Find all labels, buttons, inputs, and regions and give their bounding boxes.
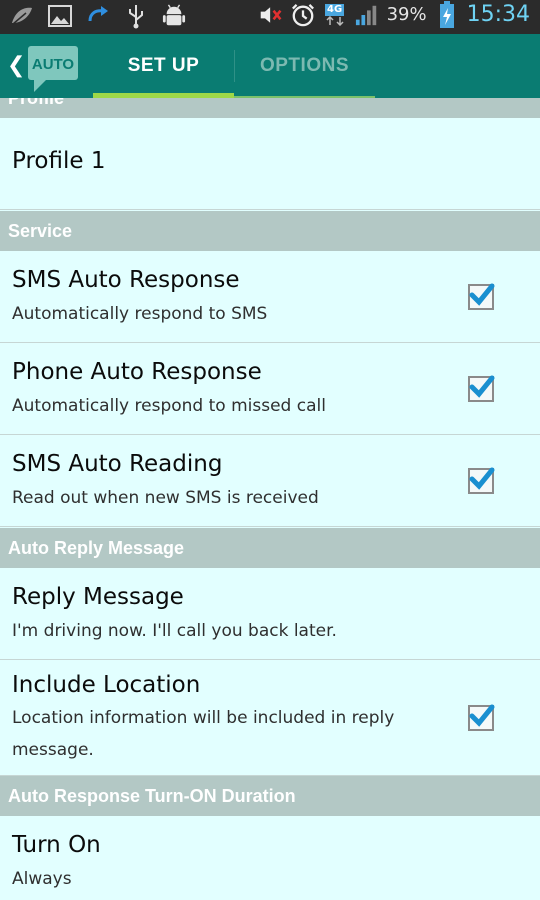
leaf-icon — [10, 4, 34, 28]
battery-percent: 39% — [386, 4, 427, 25]
tab-set-up[interactable]: SET UP — [93, 34, 234, 98]
pref-title: Turn On — [12, 832, 101, 858]
section-header-turn-on-duration: Auto Response Turn-ON Duration — [0, 776, 540, 816]
action-bar: ❮ AUTO SET UP OPTIONS — [0, 34, 540, 98]
section-header-service: Service — [0, 211, 540, 251]
checkmark-icon — [469, 375, 495, 398]
settings-list[interactable]: Profile Profile 1 Service SMS Auto Respo… — [0, 98, 540, 900]
section-header-profile: Profile — [0, 98, 540, 118]
status-bar: 4G 39% 15:34 — [0, 0, 540, 34]
pref-summary: Automatically respond to missed call — [12, 396, 326, 416]
app-logo[interactable]: AUTO — [28, 46, 78, 96]
checkmark-icon — [469, 704, 495, 727]
alarm-icon — [291, 3, 315, 27]
profile-title: Profile 1 — [12, 148, 106, 174]
sync-icon — [86, 4, 110, 28]
checkbox-phone-auto-response[interactable] — [468, 375, 495, 402]
clock: 15:34 — [466, 2, 530, 27]
pref-title: Phone Auto Response — [12, 359, 262, 385]
checkbox-sms-auto-response[interactable] — [468, 283, 495, 310]
profile-row[interactable]: Profile 1 — [0, 118, 540, 210]
section-header-auto-reply: Auto Reply Message — [0, 528, 540, 568]
pref-summary: Read out when new SMS is received — [12, 488, 319, 508]
pref-summary: I'm driving now. I'll call you back late… — [12, 621, 337, 641]
tab-options-label: OPTIONS — [259, 55, 349, 76]
pref-title: Include Location — [12, 672, 201, 698]
checkmark-icon — [469, 283, 495, 306]
usb-icon — [124, 4, 148, 29]
mute-icon — [259, 3, 283, 27]
pref-summary: Automatically respond to SMS — [12, 304, 268, 324]
tab-options[interactable]: OPTIONS — [234, 34, 375, 98]
battery-icon — [435, 0, 459, 28]
4g-icon: 4G — [323, 3, 347, 27]
image-icon — [48, 4, 72, 28]
pref-title: SMS Auto Response — [12, 267, 240, 293]
pref-title: Reply Message — [12, 584, 184, 610]
svg-text:AUTO: AUTO — [32, 56, 75, 73]
pref-include-location[interactable]: Include Location Location information wi… — [0, 660, 540, 776]
pref-sms-auto-reading[interactable]: SMS Auto Reading Read out when new SMS i… — [0, 435, 540, 527]
tab-bar: SET UP OPTIONS — [93, 34, 375, 98]
pref-sms-auto-response[interactable]: SMS Auto Response Automatically respond … — [0, 251, 540, 343]
back-icon[interactable]: ❮ — [7, 53, 25, 78]
tab-set-up-label: SET UP — [127, 55, 200, 76]
pref-turn-on[interactable]: Turn On Always — [0, 816, 540, 900]
checkbox-sms-auto-reading[interactable] — [468, 467, 495, 494]
pref-summary: Location information will be included in… — [12, 708, 395, 760]
pref-phone-auto-response[interactable]: Phone Auto Response Automatically respon… — [0, 343, 540, 435]
android-debug-icon — [162, 4, 186, 28]
pref-title: SMS Auto Reading — [12, 451, 223, 477]
pref-summary: Always — [12, 869, 72, 889]
checkmark-icon — [469, 467, 495, 490]
signal-icon — [355, 3, 379, 27]
pref-reply-message[interactable]: Reply Message I'm driving now. I'll call… — [0, 568, 540, 660]
checkbox-include-location[interactable] — [468, 704, 495, 731]
